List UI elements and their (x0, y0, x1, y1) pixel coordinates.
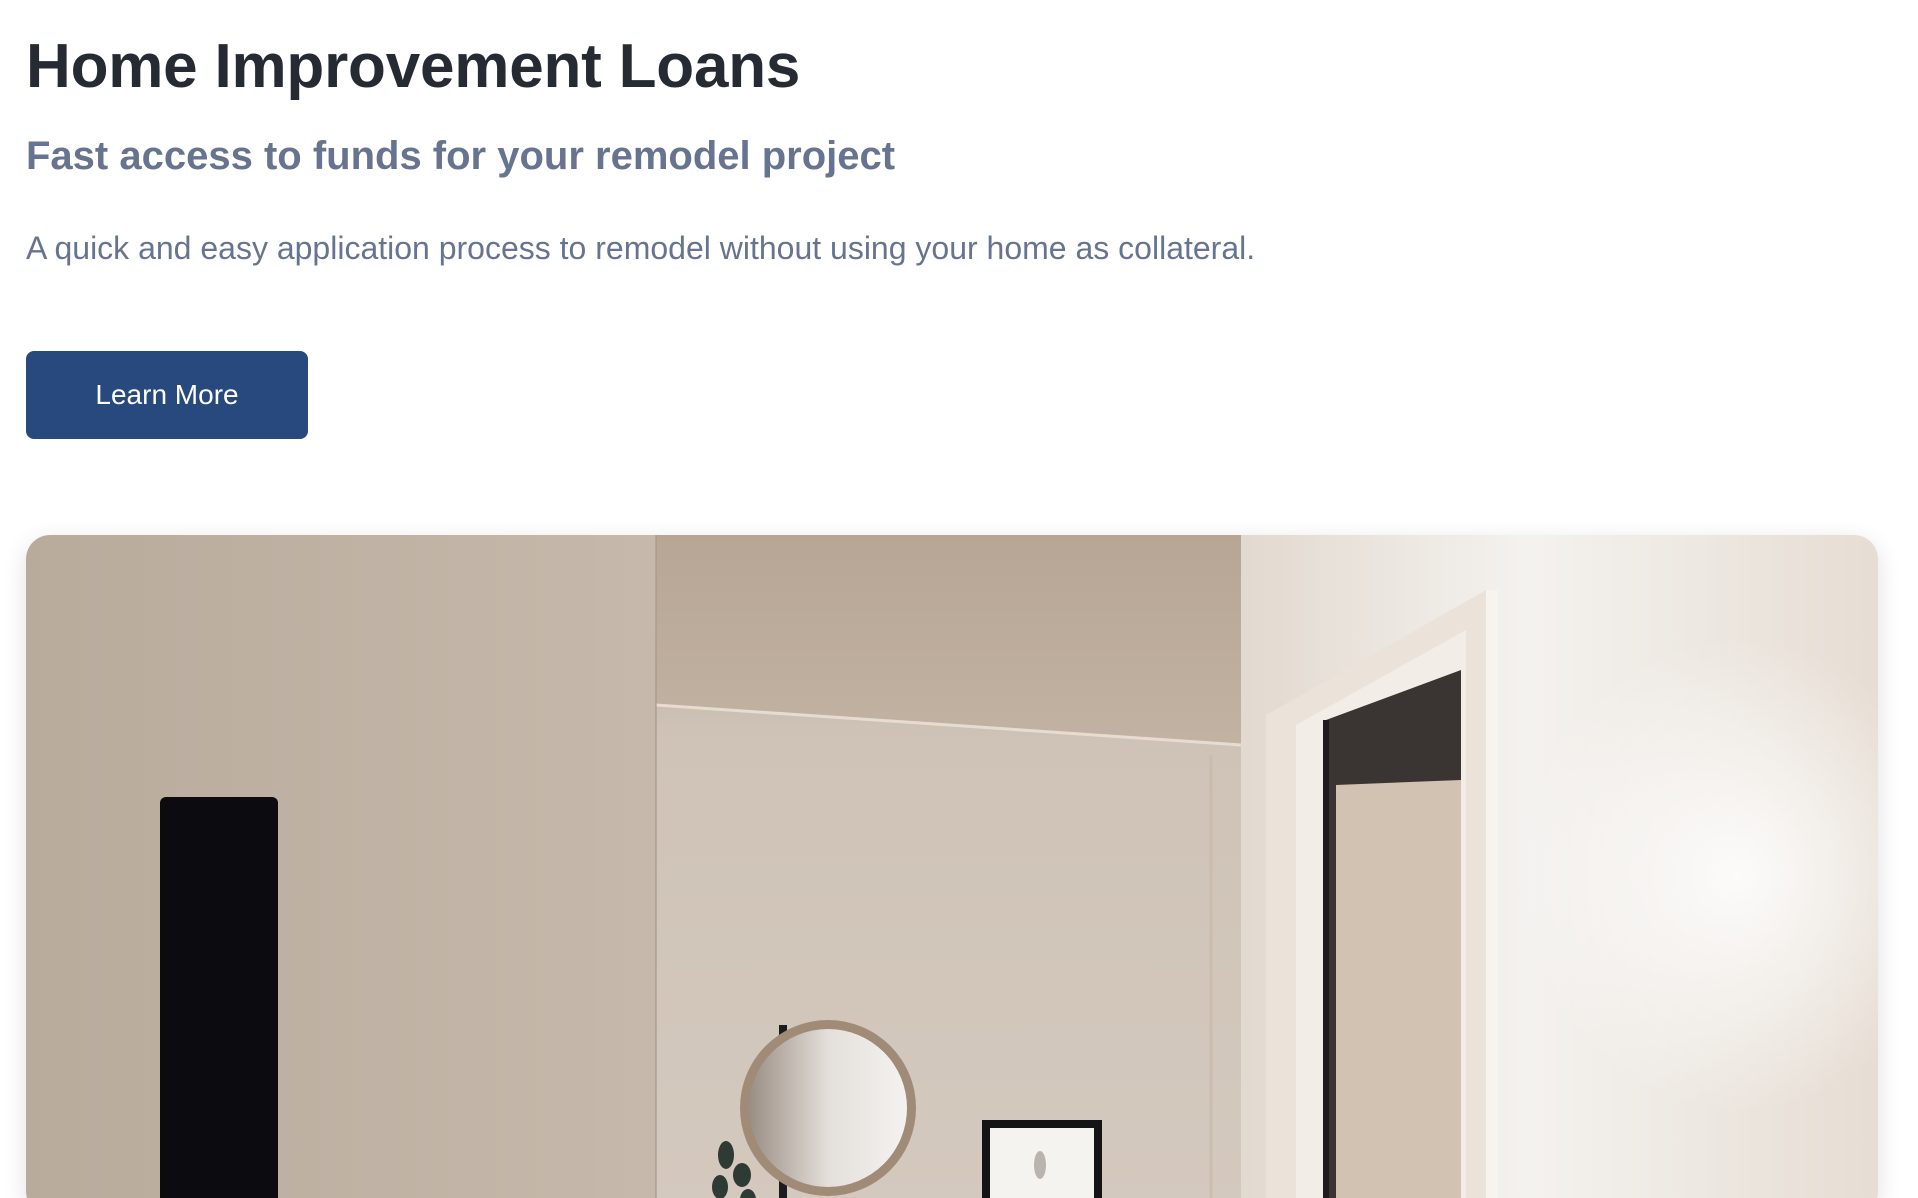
page-title: Home Improvement Loans (26, 32, 801, 101)
hero-section: Home Improvement Loans Fast access to fu… (0, 0, 1918, 1198)
room-illustration (26, 535, 1878, 1198)
page-subtitle: Fast access to funds for your remodel pr… (26, 134, 896, 178)
interior-room-photo (26, 535, 1878, 1198)
learn-more-button[interactable]: Learn More (26, 351, 308, 439)
page-description: A quick and easy application process to … (26, 230, 1256, 266)
